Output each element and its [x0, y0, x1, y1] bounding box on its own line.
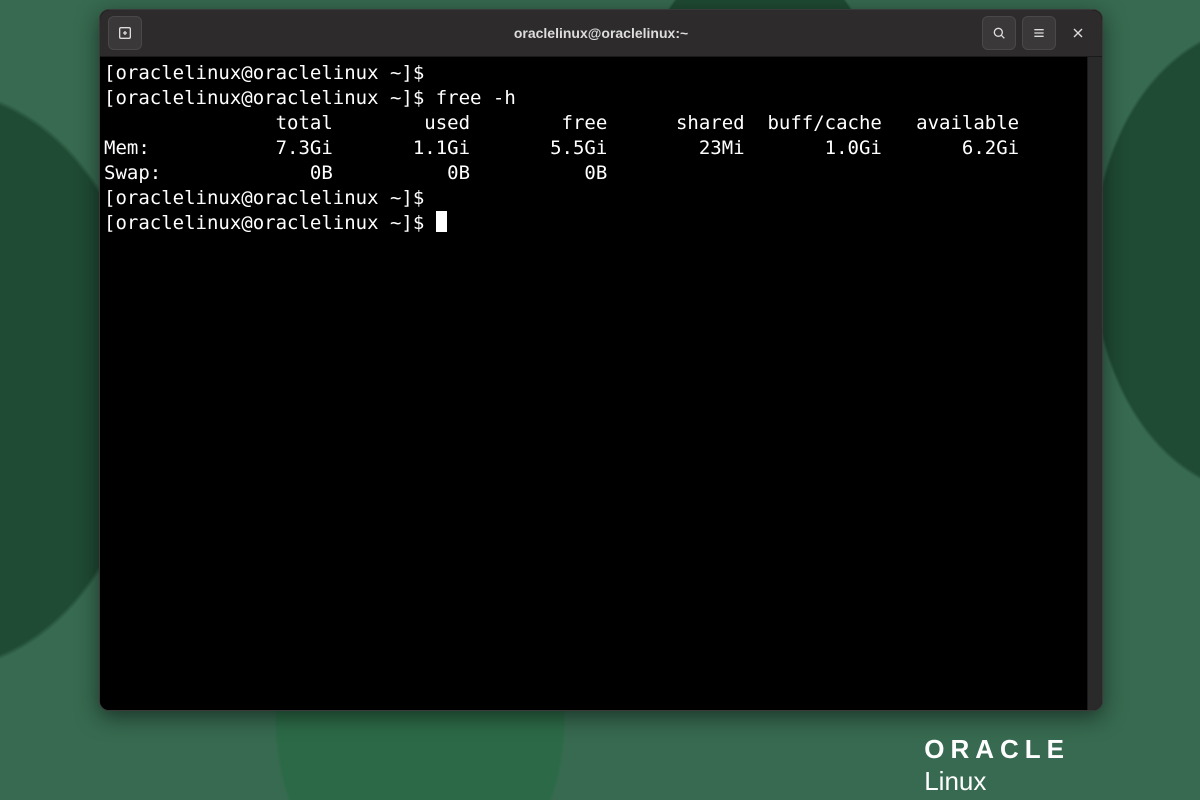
terminal-body[interactable]: [oraclelinux@oraclelinux ~]$ [oraclelinu…	[100, 57, 1102, 710]
hamburger-icon	[1031, 25, 1047, 41]
search-icon	[991, 25, 1007, 41]
cursor	[436, 211, 447, 232]
window-title: oraclelinux@oraclelinux:~	[100, 25, 1102, 41]
scrollbar[interactable]	[1087, 57, 1102, 710]
brand-line2: Linux	[924, 768, 986, 794]
terminal-window: oraclelinux@oraclelinux:~	[99, 9, 1103, 711]
oracle-linux-logo: ORACLE Linux	[924, 736, 1070, 794]
terminal-line: [oraclelinux@oraclelinux ~]$	[104, 187, 436, 209]
search-button[interactable]	[982, 16, 1016, 50]
menu-button[interactable]	[1022, 16, 1056, 50]
terminal-prompt-current: [oraclelinux@oraclelinux ~]$	[104, 212, 436, 234]
desktop-wallpaper: oraclelinux@oraclelinux:~	[0, 0, 1200, 800]
terminal-line: [oraclelinux@oraclelinux ~]$	[104, 62, 436, 84]
new-tab-icon	[117, 25, 133, 41]
titlebar: oraclelinux@oraclelinux:~	[100, 10, 1102, 57]
brand-line1: ORACLE	[924, 736, 1070, 762]
terminal-line: total used free shared buff/cache availa…	[104, 112, 1019, 134]
terminal-line: [oraclelinux@oraclelinux ~]$ free -h	[104, 87, 516, 109]
close-button[interactable]	[1062, 17, 1094, 49]
close-icon	[1070, 25, 1086, 41]
terminal-line: Mem: 7.3Gi 1.1Gi 5.5Gi 23Mi 1.0Gi 6.2Gi	[104, 137, 1019, 159]
new-tab-button[interactable]	[108, 16, 142, 50]
terminal-text[interactable]: [oraclelinux@oraclelinux ~]$ [oraclelinu…	[100, 57, 1087, 710]
terminal-line: Swap: 0B 0B 0B	[104, 162, 607, 184]
